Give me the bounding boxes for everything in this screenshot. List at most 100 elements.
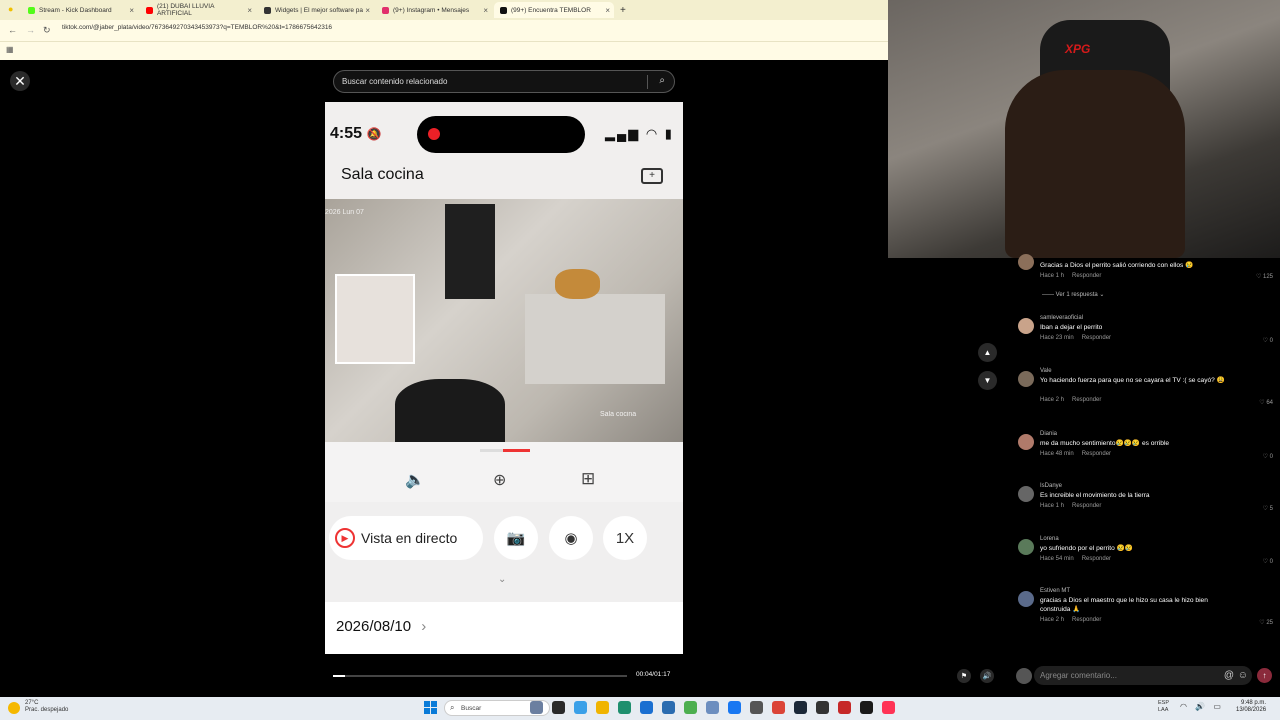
comment-username[interactable]: Estiven MT (1040, 588, 1070, 594)
system-tray-icons[interactable]: ◠ 🔊 ▭ (1180, 702, 1224, 711)
mute-button[interactable]: 🔊 (980, 669, 994, 683)
reply-button[interactable]: Responder (1082, 556, 1111, 562)
avatar[interactable] (1018, 486, 1034, 502)
reply-button[interactable]: Responder (1072, 503, 1101, 509)
windows-start-icon[interactable] (424, 701, 437, 714)
weather-desc: Prac. despejado (25, 707, 69, 713)
tab-widgets[interactable]: Widgets | El mejor software pa × (258, 2, 374, 18)
mention-icon[interactable]: @ (1224, 670, 1234, 681)
avatar[interactable] (1018, 539, 1034, 555)
close-tab-icon[interactable]: × (365, 6, 370, 15)
taskbar-app-icon[interactable] (816, 701, 829, 714)
taskbar-app-icon[interactable] (530, 701, 543, 714)
post-comment-button[interactable]: ↑ (1257, 668, 1272, 683)
comment-likes[interactable]: ♡ 0 (1263, 453, 1273, 460)
camera-snapshot-icon: 📷 (494, 516, 538, 560)
next-video-button[interactable]: ▼ (978, 371, 997, 390)
phone-time: 4:55 🔕 (330, 125, 382, 142)
comment-username[interactable]: samleveraoficial (1040, 315, 1083, 321)
avatar (1016, 668, 1032, 684)
comment-text: yo sufriendo por el perrito 😢😢 (1040, 545, 1134, 552)
date-label: 2026/08/10 (336, 618, 412, 635)
report-button[interactable]: ⚑ (957, 669, 971, 683)
comment-meta: Hace 2 h Responder (1040, 397, 1101, 403)
comment-likes[interactable]: ♡ 5 (1263, 505, 1273, 512)
reply-button[interactable]: Responder (1082, 335, 1111, 341)
comment-meta: Hace 48 min Responder (1040, 451, 1111, 457)
taskbar-app-icon[interactable] (750, 701, 763, 714)
taskbar-app-icon[interactable] (640, 701, 653, 714)
tab-tiktok[interactable]: (99+) Encuentra TEMBLOR × (494, 2, 614, 18)
comment-meta: Hace 2 h Responder (1040, 617, 1101, 623)
chevron-down-icon: ⌄ (498, 574, 507, 585)
tab-instagram[interactable]: (9+) Instagram • Mensajes × (376, 2, 492, 18)
comment-likes[interactable]: ♡ 64 (1259, 399, 1273, 406)
taskbar-app-icon[interactable] (596, 701, 609, 714)
avatar[interactable] (1018, 254, 1034, 270)
reply-button[interactable]: Responder (1072, 273, 1101, 279)
reply-button[interactable]: Responder (1072, 397, 1101, 403)
reload-icon[interactable]: ↻ (43, 25, 51, 36)
taskbar-app-icon[interactable] (838, 701, 851, 714)
reply-button[interactable]: Responder (1082, 451, 1111, 457)
related-search-input[interactable]: Buscar contenido relacionado ⌕ (333, 70, 675, 93)
browser-menu-icon[interactable]: ● (8, 4, 13, 14)
comment-likes[interactable]: ♡ 25 (1259, 619, 1273, 626)
video-time: 00:04/01:17 (636, 671, 671, 678)
taskbar-app-icon[interactable] (772, 701, 785, 714)
search-placeholder: Buscar contenido relacionado (342, 77, 448, 86)
language-indicator[interactable]: ESP LAA (1158, 700, 1169, 714)
video-player[interactable]: 4:55 🔕 ▂▄▆ ◠ ▮ Sala cocina + 2026 Lun 07… (325, 102, 683, 654)
comment-time: Hace 2 h (1040, 617, 1065, 623)
taskbar-app-icon[interactable] (684, 701, 697, 714)
comment-username[interactable]: Vale (1040, 368, 1052, 374)
emoji-icon[interactable]: ☺ (1238, 670, 1248, 681)
comment-username[interactable]: Lorena (1040, 536, 1059, 542)
weather-widget[interactable]: 27°C Prac. despejado (25, 700, 68, 714)
comment-likes[interactable]: ♡ 0 (1263, 558, 1273, 565)
taskbar-app-icon[interactable] (860, 701, 873, 714)
reply-button[interactable]: Responder (1072, 617, 1101, 623)
comment-text: Es increible el movimiento de la tierra (1040, 492, 1150, 499)
cam-overlay-label: Sala cocina (600, 411, 637, 418)
tab-title: (99+) Encuentra TEMBLOR (511, 6, 591, 14)
comment-input[interactable]: Agregar comentario... @ ☺ (1034, 666, 1252, 685)
taskbar-app-icon[interactable] (618, 701, 631, 714)
comment-username[interactable]: IsDanye (1040, 483, 1062, 489)
close-tab-icon[interactable]: × (247, 6, 252, 15)
taskbar-app-icon[interactable] (728, 701, 741, 714)
taskbar-app-icon[interactable] (552, 701, 565, 714)
close-tab-icon[interactable]: × (129, 6, 134, 15)
comment-username[interactable]: Diania (1040, 431, 1057, 437)
back-icon[interactable]: ← (8, 25, 17, 35)
close-tab-icon[interactable]: × (605, 6, 610, 15)
taskbar-app-icon[interactable] (574, 701, 587, 714)
close-tab-icon[interactable]: × (483, 6, 488, 15)
apps-grid-icon[interactable]: ▦ (6, 45, 14, 54)
tab-kick[interactable]: Stream - Kick Dashboard × (22, 2, 138, 18)
previous-video-button[interactable]: ▲ (978, 343, 997, 362)
avatar[interactable] (1018, 371, 1034, 387)
search-icon[interactable]: ⌕ (659, 75, 665, 86)
search-icon: ⌕ (450, 703, 455, 712)
avatar[interactable] (1018, 318, 1034, 334)
system-clock[interactable]: 9:48 p.m. 13/08/2026 (1236, 700, 1266, 714)
tab-youtube[interactable]: (21) DUBAI LLUVIA ARTIFICIAL × (140, 2, 256, 18)
avatar[interactable] (1018, 591, 1034, 607)
taskbar-app-icon[interactable] (882, 701, 895, 714)
comment-likes[interactable]: ♡ 0 (1263, 337, 1273, 344)
tab-title: (9+) Instagram • Mensajes (393, 6, 470, 14)
live-view-label: Vista en directo (361, 530, 458, 546)
like-count: 0 (1269, 454, 1273, 460)
view-replies-link[interactable]: —— Ver 1 respuesta ⌄ (1042, 291, 1104, 298)
avatar[interactable] (1018, 434, 1034, 450)
forward-icon[interactable]: → (26, 25, 35, 35)
close-video-button[interactable]: ✕ (10, 71, 30, 91)
new-tab-button[interactable]: + (614, 2, 630, 18)
taskbar-app-icon[interactable] (706, 701, 719, 714)
taskbar-app-icon[interactable] (794, 701, 807, 714)
progress-track[interactable] (333, 675, 627, 677)
url-field[interactable]: tiktok.com/@jaber_plata/video/7673649270… (62, 24, 332, 31)
taskbar-app-icon[interactable] (662, 701, 675, 714)
comment-likes[interactable]: ♡ 125 (1256, 273, 1273, 280)
